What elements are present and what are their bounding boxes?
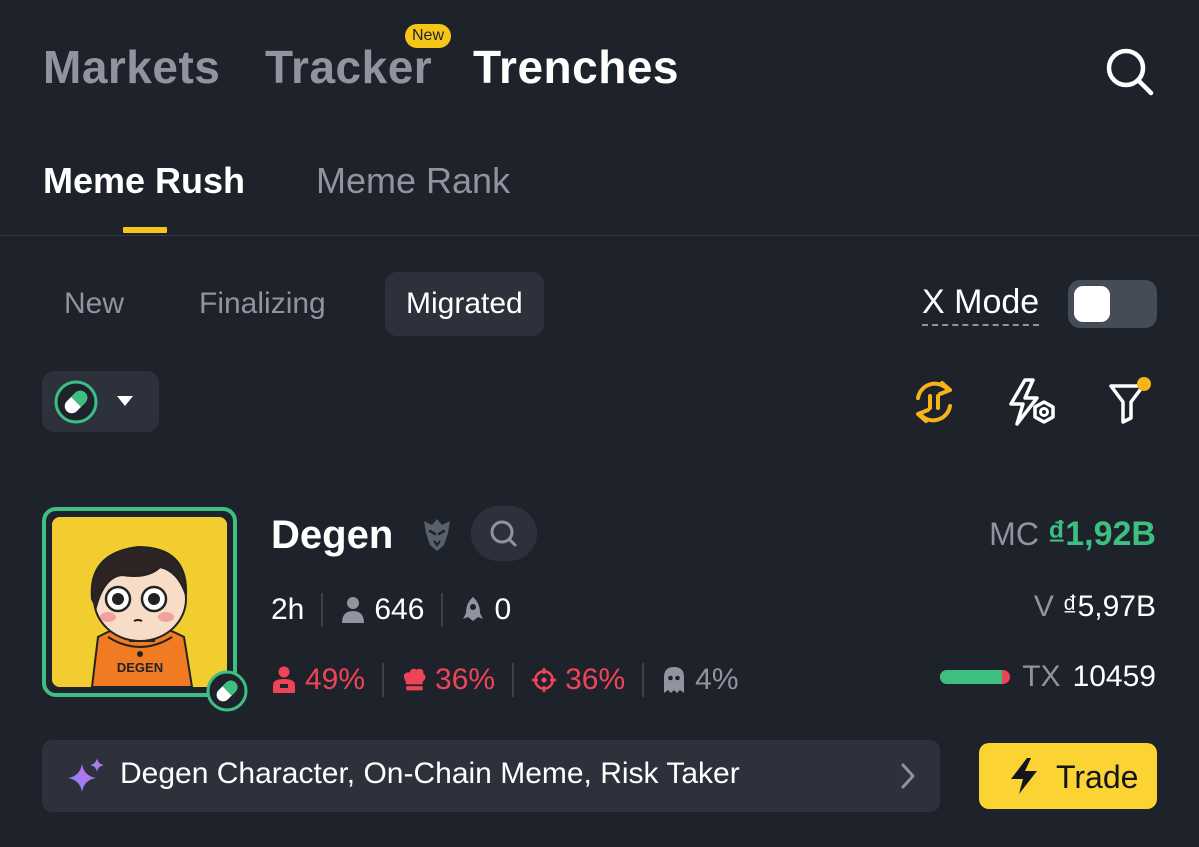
- launches-value: 0: [494, 593, 512, 626]
- transactions: TX 10459: [940, 660, 1156, 694]
- chef-hat-icon: [403, 668, 426, 691]
- insiders-value: 4%: [695, 663, 739, 696]
- avatar-logo-text: DEGEN: [117, 660, 163, 675]
- tab-meme-rank[interactable]: Meme Rank: [316, 160, 510, 202]
- chevron-down-icon: [117, 396, 133, 406]
- buy-ratio-fill: [940, 670, 1002, 684]
- dev-holding-value: 36%: [435, 663, 496, 696]
- volume-value: ₫5,97B: [1062, 590, 1156, 623]
- token-avatar[interactable]: DEGEN: [42, 507, 237, 697]
- tab-tracker[interactable]: Tracker: [265, 40, 432, 94]
- token-name[interactable]: Degen: [271, 513, 393, 558]
- dev-holding-stat: 36%: [401, 663, 495, 697]
- search-button[interactable]: [1102, 44, 1156, 98]
- volume-label: V: [1033, 590, 1054, 623]
- ghost-icon: [664, 667, 685, 693]
- holders-value: 646: [374, 593, 425, 626]
- trade-label: Trade: [1056, 759, 1139, 795]
- tx-value: 10459: [1072, 660, 1156, 693]
- filter-tab-migrated[interactable]: Migrated: [385, 272, 544, 336]
- flash-settings-icon[interactable]: [1003, 374, 1059, 430]
- age-value: 2h: [271, 593, 305, 626]
- pause-refresh-icon[interactable]: [906, 374, 962, 430]
- search-icon: [1106, 48, 1154, 96]
- filter-tab-new[interactable]: New: [43, 272, 145, 336]
- x-mode-toggle[interactable]: [1068, 280, 1157, 328]
- divider: [512, 663, 515, 697]
- divider: [441, 593, 444, 627]
- search-icon: [490, 520, 517, 547]
- x-mode-label: X Mode: [922, 283, 1040, 326]
- token-stats-row-2: 49% 36% 36% 4%: [271, 660, 739, 700]
- volume: V ₫5,97B: [1034, 590, 1156, 624]
- tab-markets[interactable]: Markets: [43, 40, 220, 94]
- chevron-right-icon: [901, 763, 915, 789]
- pill-icon: [206, 670, 248, 712]
- token-tags-bar[interactable]: Degen Character, On-Chain Meme, Risk Tak…: [42, 740, 940, 812]
- filter-icon[interactable]: [1102, 374, 1158, 430]
- token-card[interactable]: DEGEN Degen MC ₫1,92B 2h 646 0 V ₫5,97B …: [0, 495, 1199, 825]
- top-holders-value: 49%: [305, 663, 366, 696]
- platform-select[interactable]: [42, 371, 159, 432]
- top-nav: Markets Tracker New Trenches: [0, 0, 1199, 130]
- lightning-icon: [1011, 758, 1037, 794]
- snipers-stat: 36%: [531, 663, 625, 697]
- toggle-knob: [1074, 286, 1110, 322]
- age-stat: 2h: [271, 593, 304, 627]
- token-stats-row-1: 2h 646 0: [271, 590, 511, 630]
- rocket-icon: [463, 597, 484, 621]
- pill-icon: [54, 380, 98, 424]
- eagle-icon: [424, 519, 450, 551]
- token-tags: Degen Character, On-Chain Meme, Risk Tak…: [120, 757, 740, 790]
- trade-button[interactable]: Trade: [979, 743, 1157, 809]
- token-search-button[interactable]: [471, 506, 537, 561]
- tab-trenches[interactable]: Trenches: [473, 40, 679, 94]
- tx-label: TX: [1022, 660, 1061, 693]
- filter-tab-finalizing[interactable]: Finalizing: [178, 272, 347, 336]
- avatar-image: DEGEN: [52, 517, 227, 687]
- crosshair-icon: [531, 667, 557, 693]
- new-badge: New: [405, 24, 451, 48]
- divider: [321, 593, 324, 627]
- mc-label: MC: [989, 516, 1039, 552]
- user-badge-icon: [273, 666, 295, 693]
- mc-value: ₫1,92B: [1047, 515, 1156, 553]
- sub-nav: Meme Rush Meme Rank: [0, 150, 1199, 236]
- tab-meme-rush[interactable]: Meme Rush: [43, 160, 245, 202]
- top-holders-stat: 49%: [271, 663, 365, 697]
- divider: [642, 663, 645, 697]
- active-tab-underline: [123, 227, 167, 233]
- sparkle-icon: [68, 758, 104, 792]
- user-icon: [342, 597, 365, 623]
- buy-sell-ratio-bar: [940, 670, 1011, 684]
- launches-stat: 0: [460, 593, 511, 627]
- divider: [382, 663, 385, 697]
- insiders-stat: 4%: [661, 663, 739, 697]
- holders-stat: 646: [340, 593, 424, 627]
- snipers-value: 36%: [565, 663, 626, 696]
- market-cap: MC ₫1,92B: [989, 515, 1156, 554]
